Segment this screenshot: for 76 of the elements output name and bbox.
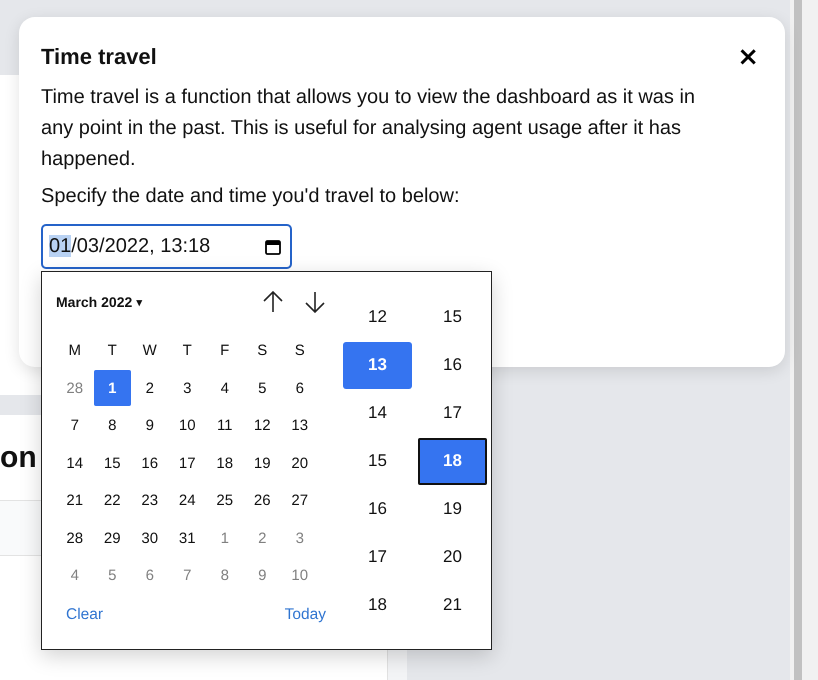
- calendar-day[interactable]: 8: [206, 558, 244, 594]
- calendar-day[interactable]: 26: [244, 482, 281, 519]
- hour-option[interactable]: 16: [343, 486, 412, 532]
- calendar-day[interactable]: 16: [131, 445, 168, 482]
- weekday-label: S: [294, 342, 305, 360]
- calendar-day[interactable]: 31: [168, 520, 206, 556]
- hour-option[interactable]: 18: [343, 582, 412, 628]
- calendar-day[interactable]: 7: [56, 408, 94, 444]
- up-arrow-icon[interactable]: [262, 290, 284, 314]
- calendar-day[interactable]: 14: [56, 445, 94, 482]
- calendar-day[interactable]: 30: [131, 520, 168, 556]
- calendar-day[interactable]: 29: [94, 520, 131, 556]
- calendar-day[interactable]: 2: [244, 520, 281, 556]
- calendar-day[interactable]: 5: [244, 370, 281, 406]
- calendar-day[interactable]: 12: [244, 408, 281, 444]
- calendar-day[interactable]: 22: [94, 482, 131, 519]
- minute-option[interactable]: 20: [418, 534, 487, 580]
- calendar-day[interactable]: 19: [244, 445, 281, 482]
- calendar-day[interactable]: 24: [168, 482, 206, 519]
- minute-option[interactable]: 18: [418, 438, 487, 484]
- calendar-day[interactable]: 15: [94, 445, 131, 482]
- calendar-day[interactable]: 4: [56, 558, 94, 594]
- hour-option[interactable]: 13: [343, 342, 412, 388]
- down-arrow-icon[interactable]: [304, 290, 326, 314]
- weekday-label: M: [68, 342, 81, 360]
- minute-option[interactable]: 17: [418, 390, 487, 436]
- prompt-text: Specify the date and time you'd travel to below:: [41, 184, 461, 209]
- calendar-day[interactable]: 10: [168, 408, 206, 444]
- minute-option[interactable]: 21: [418, 582, 487, 628]
- date-time-field[interactable]: 01/03/2022, 13:18: [41, 224, 292, 269]
- hour-option[interactable]: 14: [343, 390, 412, 436]
- calendar-day[interactable]: 8: [94, 408, 131, 444]
- calendar-day[interactable]: 7: [168, 558, 206, 594]
- weekday-label: F: [220, 342, 230, 360]
- close-button[interactable]: ×: [733, 44, 763, 70]
- dialog-title: Time travel: [41, 44, 157, 70]
- description-text: Time travel is a function that allows you to view the dashboard as it was in any point in the past. This is useful for analysing agent usage after it has happened.: [41, 85, 696, 172]
- weekday-label: S: [257, 342, 268, 360]
- calendar-icon[interactable]: [264, 238, 282, 256]
- hour-option[interactable]: 17: [343, 534, 412, 580]
- hour-option[interactable]: 15: [343, 438, 412, 484]
- calendar-day[interactable]: 28: [56, 520, 94, 556]
- hour-option[interactable]: 12: [343, 294, 412, 340]
- calendar-day[interactable]: 10: [281, 558, 318, 594]
- calendar-day[interactable]: 21: [56, 482, 94, 519]
- weekday-label: T: [182, 342, 192, 360]
- calendar-day[interactable]: 27: [281, 482, 318, 519]
- calendar-day[interactable]: 6: [281, 370, 318, 406]
- calendar-day[interactable]: 28: [56, 370, 94, 406]
- calendar-day[interactable]: 9: [244, 558, 281, 594]
- minute-option[interactable]: 15: [418, 294, 487, 340]
- calendar-day[interactable]: 5: [94, 558, 131, 594]
- minute-option[interactable]: 16: [418, 342, 487, 388]
- calendar-day[interactable]: 23: [131, 482, 168, 519]
- calendar-day[interactable]: 3: [281, 520, 318, 556]
- calendar-day[interactable]: 13: [281, 408, 318, 444]
- weekday-label: T: [108, 342, 117, 360]
- calendar-day[interactable]: 4: [206, 370, 244, 406]
- calendar-day[interactable]: 18: [206, 445, 244, 482]
- calendar-day[interactable]: 11: [206, 408, 244, 444]
- clear-button[interactable]: Clear: [60, 602, 110, 628]
- calendar-day[interactable]: 25: [206, 482, 244, 519]
- minute-option[interactable]: 19: [418, 486, 487, 532]
- card-heading: on: [0, 440, 37, 474]
- calendar-day[interactable]: 20: [281, 445, 318, 482]
- calendar-day[interactable]: 9: [131, 408, 168, 444]
- scrollbar[interactable]: [794, 0, 802, 680]
- today-button[interactable]: Today: [278, 602, 332, 628]
- month-selector[interactable]: March 2022 ▾: [56, 294, 142, 310]
- calendar-day[interactable]: 6: [131, 558, 168, 594]
- calendar-day[interactable]: 1: [206, 520, 244, 556]
- calendar-day[interactable]: 3: [168, 370, 206, 406]
- calendar-day[interactable]: 17: [168, 445, 206, 482]
- weekday-label: W: [142, 342, 157, 360]
- calendar-day[interactable]: 1: [94, 370, 131, 406]
- calendar-day[interactable]: 2: [131, 370, 168, 406]
